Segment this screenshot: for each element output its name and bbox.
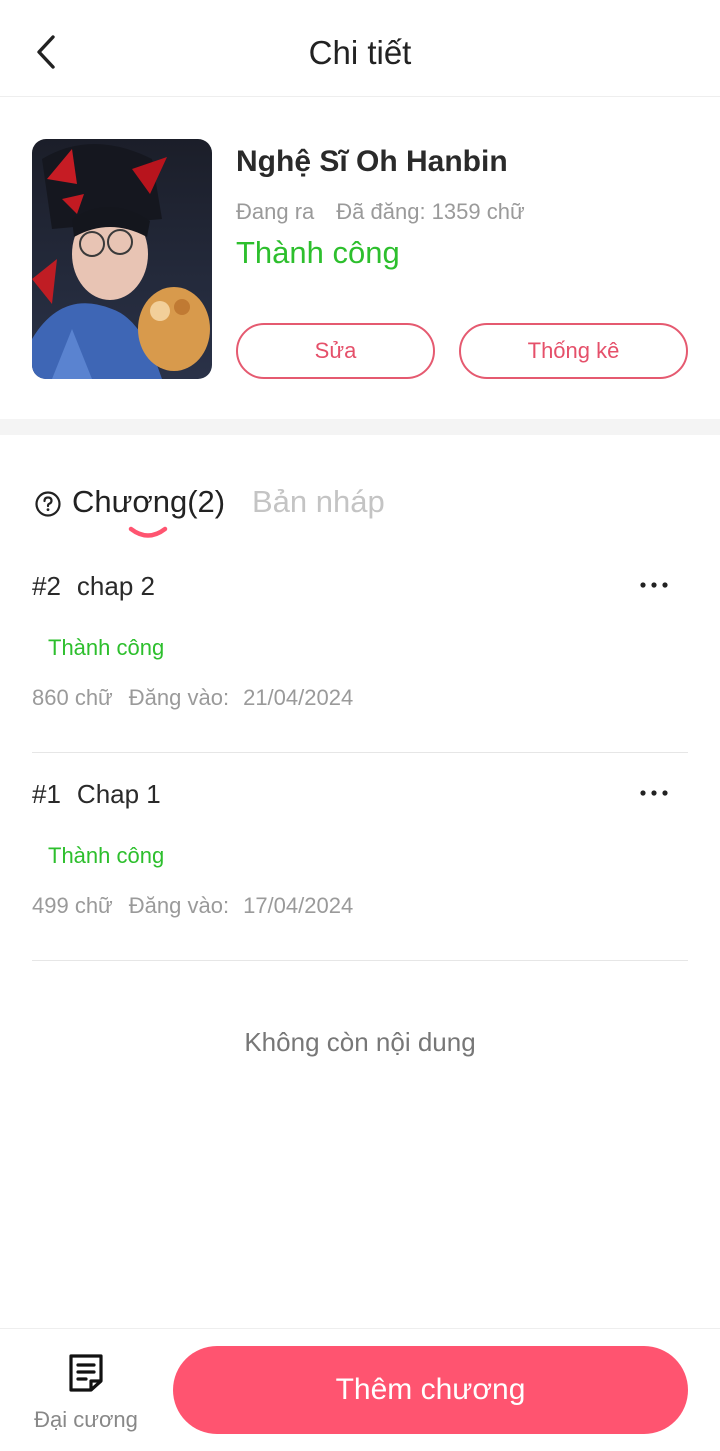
book-meta: Đang ra Đã đăng: 1359 chữ [236, 199, 525, 225]
chapter-status: Thành công [48, 843, 165, 868]
book-info-card: Nghệ Sĩ Oh Hanbin Đang ra Đã đăng: 1359 c… [0, 97, 720, 419]
chapter-meta: 860 chữ Đăng vào: 21/04/2024 [32, 685, 353, 711]
chapter-status: Thành công [48, 635, 165, 660]
more-icon [640, 790, 668, 796]
chapter-meta: 499 chữ Đăng vào: 17/04/2024 [32, 893, 353, 919]
section-divider [0, 419, 720, 435]
book-status: Thành công [236, 235, 400, 270]
tab-chapters[interactable]: Chương(2) [72, 484, 225, 520]
outline-button[interactable]: Đại cương [26, 1349, 146, 1439]
chapter-posted-label: Đăng vào: [128, 893, 230, 918]
edit-button[interactable]: Sửa [236, 323, 435, 379]
help-icon[interactable] [34, 490, 62, 518]
tab-bar: Chương(2) Bản nháp [32, 480, 692, 550]
book-title: Nghệ Sĩ Oh Hanbin [236, 145, 508, 178]
book-progress: Đang ra [236, 199, 315, 224]
chapter-date: 21/04/2024 [243, 685, 354, 710]
chapter-number: #2 [32, 571, 61, 601]
chapter-number: #1 [32, 779, 61, 809]
chapter-item[interactable]: #2 chap 2 Thành công 860 chữ Đăng vào: 21/0… [32, 545, 688, 753]
more-options-button[interactable] [632, 777, 676, 809]
tab-drafts[interactable]: Bản nháp [252, 484, 385, 520]
list-end-message: Không còn nội dung [244, 1027, 476, 1057]
stats-button[interactable]: Thống kê [459, 323, 688, 379]
chapter-date: 17/04/2024 [243, 893, 354, 918]
chapter-word-count: 499 chữ [32, 893, 113, 918]
header-bar: Chi tiết [0, 0, 720, 97]
more-options-button[interactable] [632, 569, 676, 601]
more-icon [640, 582, 668, 588]
book-word-count: Đã đăng: 1359 chữ [336, 199, 525, 224]
outline-icon [69, 1354, 103, 1392]
page-title: Chi tiết [308, 34, 412, 71]
chapter-item[interactable]: #1 Chap 1 Thành công 499 chữ Đăng vào: 17/0… [32, 753, 688, 961]
chapter-word-count: 860 chữ [32, 685, 113, 710]
chapter-name: Chap 1 [76, 779, 161, 809]
bottom-action-bar: Đại cương Thêm chương [0, 1328, 720, 1451]
book-cover-image [32, 139, 212, 379]
tab-active-indicator [128, 526, 168, 538]
chapter-title: #2 chap 2 [32, 571, 155, 602]
add-chapter-button[interactable]: Thêm chương [173, 1346, 688, 1434]
chapter-posted-label: Đăng vào: [128, 685, 230, 710]
chapter-title: #1 Chap 1 [32, 779, 161, 810]
outline-label: Đại cương [34, 1407, 138, 1432]
chapter-name: chap 2 [76, 571, 155, 601]
